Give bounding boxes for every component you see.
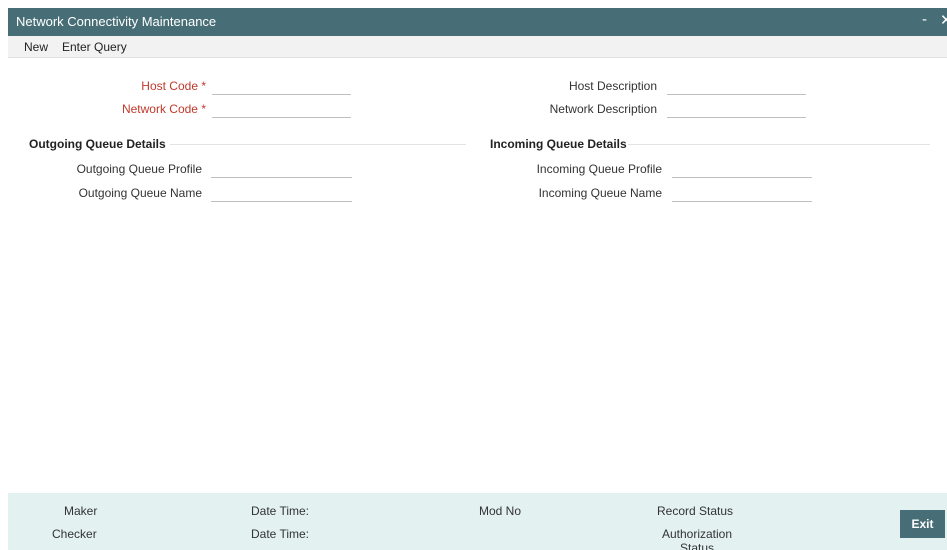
window-title: Network Connectivity Maintenance [16,14,217,29]
host-description-label: Host Description [568,79,657,93]
checker-label: Checker [52,527,97,541]
incoming-section-divider [628,144,930,145]
window-titlebar: Network Connectivity Maintenance - ✕ [8,8,947,36]
incoming-queue-name-label: Incoming Queue Name [538,186,662,200]
host-code-input[interactable] [212,77,351,95]
host-code-label: Host Code * [141,79,206,93]
maker-date-time-label: Date Time: [251,504,310,518]
minimize-icon[interactable]: - [922,11,927,28]
audit-footer [8,493,947,550]
menubar: New Enter Query [8,36,947,58]
incoming-queue-profile-input[interactable] [672,160,812,178]
record-status-label: Record Status [657,504,734,518]
outgoing-queue-name-label: Outgoing Queue Name [78,186,202,200]
outgoing-section-divider [170,144,466,145]
authorization-status-line1: Authorization [661,527,733,541]
exit-button[interactable]: Exit [900,510,945,538]
network-code-label: Network Code * [121,102,206,116]
incoming-queue-name-input[interactable] [672,184,812,202]
outgoing-queue-profile-label: Outgoing Queue Profile [76,162,202,176]
incoming-queue-heading: Incoming Queue Details [490,137,627,151]
menu-new[interactable]: New [24,40,48,54]
incoming-queue-profile-label: Incoming Queue Profile [536,162,662,176]
network-code-input[interactable] [212,100,351,118]
mod-no-label: Mod No [479,504,522,518]
outgoing-queue-profile-input[interactable] [211,160,352,178]
host-description-input[interactable] [667,77,806,95]
outgoing-queue-heading: Outgoing Queue Details [29,137,166,151]
network-description-input[interactable] [667,100,806,118]
authorization-status-label: Authorization Status [660,527,734,550]
checker-date-time-label: Date Time: [251,527,310,541]
network-description-label: Network Description [549,102,657,116]
close-icon[interactable]: ✕ [940,11,947,29]
form-content [8,58,947,493]
maker-label: Maker [64,504,98,518]
outgoing-queue-name-input[interactable] [211,184,352,202]
menu-enter-query[interactable]: Enter Query [62,40,127,54]
authorization-status-line2: Status [679,541,715,550]
